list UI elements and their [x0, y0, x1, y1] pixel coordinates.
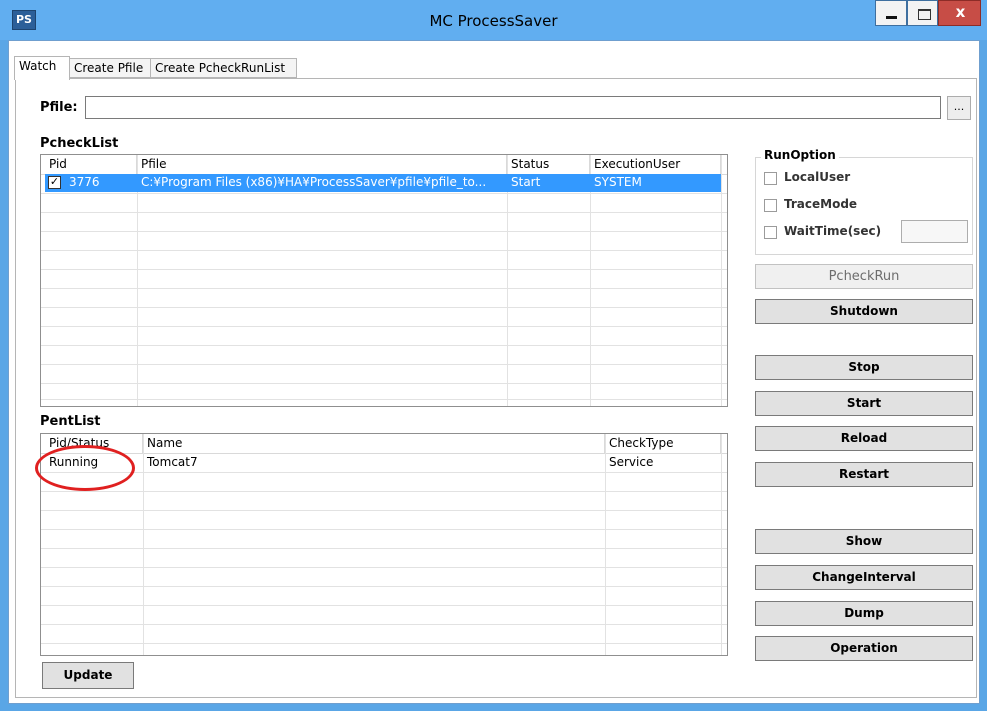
column-header-checktype[interactable]: CheckType: [605, 434, 721, 453]
runoption-legend: RunOption: [761, 148, 839, 162]
checkbox-box[interactable]: [764, 199, 777, 212]
column-header-pfile[interactable]: Pfile: [137, 155, 507, 174]
row-divider: [41, 364, 727, 365]
row-divider: [41, 307, 727, 308]
column-header-pid-status[interactable]: Pid/Status: [45, 434, 143, 453]
column-header-pid[interactable]: Pid: [45, 155, 137, 174]
maximize-button[interactable]: [907, 0, 938, 26]
shutdown-button[interactable]: Shutdown: [755, 299, 973, 324]
row-divider: [41, 548, 727, 549]
column-header-status[interactable]: Status: [507, 155, 590, 174]
reload-button[interactable]: Reload: [755, 426, 973, 451]
row-checkbox[interactable]: ✓: [48, 176, 61, 189]
row-divider: [41, 269, 727, 270]
tab-create-pcheckrunlist[interactable]: Create PcheckRunList: [150, 58, 297, 78]
row-divider: [41, 383, 727, 384]
pid-cell: 3776: [69, 175, 100, 189]
row-divider: [41, 326, 727, 327]
row-divider: [41, 288, 727, 289]
waittime-input[interactable]: [901, 220, 968, 243]
pchecklist-label: PcheckList: [40, 136, 119, 151]
operation-button[interactable]: Operation: [755, 636, 973, 661]
restart-button[interactable]: Restart: [755, 462, 973, 487]
pentlist-grid[interactable]: Pid/Status Name CheckType Running Tomcat…: [40, 433, 728, 656]
row-divider: [41, 212, 727, 213]
pentlist-label: PentList: [40, 414, 101, 429]
checkbox-box[interactable]: [764, 172, 777, 185]
row-divider: [41, 643, 727, 644]
row-divider: [41, 250, 727, 251]
row-divider: [41, 491, 727, 492]
update-button[interactable]: Update: [42, 662, 134, 689]
column-header-executionuser[interactable]: ExecutionUser: [590, 155, 721, 174]
column-divider: [721, 434, 722, 655]
table-row[interactable]: ✓ 3776 C:¥Program Files (x86)¥HA¥Process…: [45, 174, 721, 192]
dump-button[interactable]: Dump: [755, 601, 973, 626]
pfile-label: Pfile:: [40, 100, 78, 115]
pcheckrun-button[interactable]: PcheckRun: [755, 264, 973, 289]
pchecklist-grid[interactable]: Pid Pfile Status ExecutionUser ✓ 3776 C:…: [40, 154, 728, 407]
row-divider: [41, 510, 727, 511]
pfile-cell: C:¥Program Files (x86)¥HA¥ProcessSaver¥p…: [141, 175, 487, 189]
row-divider: [41, 605, 727, 606]
status-cell: Start: [511, 175, 541, 189]
user-cell: SYSTEM: [594, 175, 642, 189]
app-window: PS MC ProcessSaver x Watch Create Pfile …: [0, 0, 987, 711]
changeinterval-button[interactable]: ChangeInterval: [755, 565, 973, 590]
pchecklist-header: Pid Pfile Status ExecutionUser: [41, 155, 727, 175]
row-divider: [41, 586, 727, 587]
tracemode-label: TraceMode: [784, 197, 858, 211]
stop-button[interactable]: Stop: [755, 355, 973, 380]
start-button[interactable]: Start: [755, 391, 973, 416]
close-icon: x: [955, 3, 966, 21]
row-divider: [41, 567, 727, 568]
column-header-name[interactable]: Name: [143, 434, 605, 453]
tab-watch[interactable]: Watch: [14, 56, 70, 80]
row-divider: [41, 193, 727, 194]
checkbox-box[interactable]: [764, 226, 777, 239]
table-row[interactable]: Running Tomcat7 Service: [45, 454, 721, 472]
window-title: MC ProcessSaver: [429, 12, 558, 30]
minimize-button[interactable]: [875, 0, 907, 26]
title-bar[interactable]: PS MC ProcessSaver x: [0, 0, 987, 40]
close-button[interactable]: x: [938, 0, 981, 26]
row-divider: [41, 231, 727, 232]
localuser-label: LocalUser: [784, 170, 851, 184]
maximize-icon: [918, 9, 931, 20]
row-divider: [41, 345, 727, 346]
name-cell: Tomcat7: [147, 455, 198, 469]
checktype-cell: Service: [609, 455, 654, 469]
tab-create-pfile[interactable]: Create Pfile: [69, 58, 151, 78]
show-button[interactable]: Show: [755, 529, 973, 554]
row-divider: [41, 472, 727, 473]
waittime-label: WaitTime(sec): [784, 224, 882, 238]
row-divider: [41, 529, 727, 530]
browse-button[interactable]: ...: [947, 96, 971, 120]
pfile-input[interactable]: [85, 96, 941, 119]
row-divider: [41, 399, 727, 400]
row-divider: [41, 624, 727, 625]
pid-status-cell: Running: [49, 455, 99, 469]
minimize-icon: [886, 16, 897, 19]
